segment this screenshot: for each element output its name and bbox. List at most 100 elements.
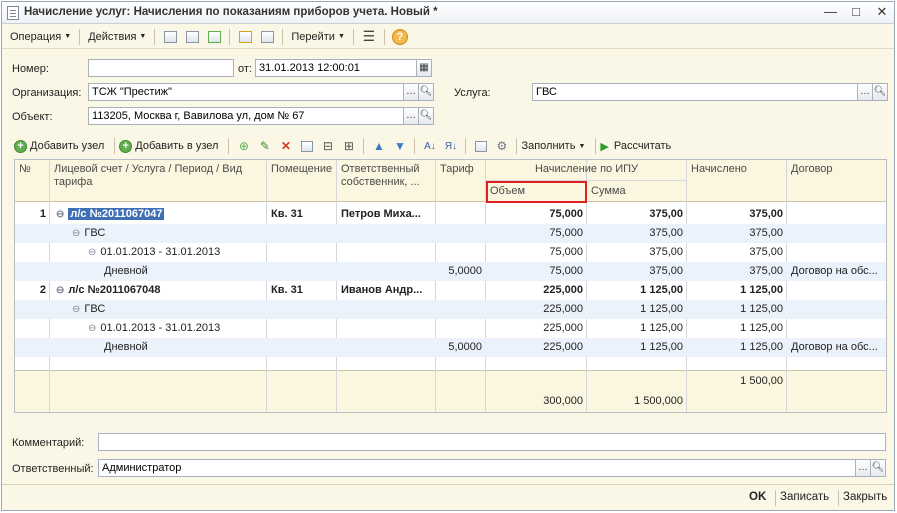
account-cell[interactable]: ⊖ 01.01.2013 - 31.01.2013	[50, 319, 267, 338]
ok-button[interactable]: OK	[749, 491, 766, 503]
owner-cell[interactable]: Иванов Андр...	[337, 281, 436, 300]
owner-cell[interactable]	[337, 243, 436, 262]
maximize-button[interactable]: □	[850, 5, 862, 19]
contract-cell[interactable]: Договор на обс...	[787, 262, 886, 281]
fill-menu[interactable]: Заполнить ▼	[521, 140, 585, 152]
table-row[interactable]: Дневной 5,0000 225,000 1 125,00 1 125,00 Дого…	[15, 338, 886, 357]
select-ellipsis-icon[interactable]: …	[403, 83, 419, 101]
room-cell[interactable]: Кв. 31	[267, 205, 337, 224]
collapse-node-icon[interactable]: ⊖	[88, 247, 96, 258]
tariff-cell[interactable]	[436, 281, 486, 300]
edit-pencil-icon[interactable]: ✎	[257, 139, 272, 154]
add-to-node-button[interactable]: + Добавить в узел	[119, 139, 218, 153]
column-header-number[interactable]: №	[15, 160, 50, 179]
delete-icon[interactable]: ✕	[278, 139, 293, 154]
table-row[interactable]: 2 ⊖ л/с №2011067048 Кв. 31 Иванов Андр... 225…	[15, 281, 886, 300]
column-header-tariff[interactable]: Тариф	[436, 160, 486, 179]
sum-cell[interactable]: 375,00	[587, 262, 687, 281]
volume-cell[interactable]: 225,000	[486, 319, 587, 338]
owner-cell[interactable]	[337, 300, 436, 319]
tariff-cell[interactable]	[436, 224, 486, 243]
room-cell[interactable]	[267, 224, 337, 243]
settings-icon[interactable]: ⚙	[494, 139, 509, 154]
service-field[interactable]: ГВС	[532, 83, 858, 101]
owner-cell[interactable]	[337, 224, 436, 243]
table-row[interactable]: 1 ⊖ л/с №2011067047 Кв. 31 Петров Миха... 75,…	[15, 205, 886, 224]
sort-ascending-icon[interactable]: A↓	[422, 139, 437, 154]
sort-descending-icon[interactable]: Я↓	[443, 139, 458, 154]
owner-cell[interactable]	[337, 262, 436, 281]
accrued-cell[interactable]: 1 125,00	[687, 319, 787, 338]
operation-menu[interactable]: Операция ▼	[6, 27, 75, 47]
account-cell[interactable]: ⊖ 01.01.2013 - 31.01.2013	[50, 243, 267, 262]
actions-menu[interactable]: Действия ▼	[84, 27, 150, 47]
account-cell[interactable]: Дневной	[50, 262, 267, 281]
unpost-document-icon[interactable]	[184, 29, 200, 45]
volume-cell[interactable]: 75,000	[486, 262, 587, 281]
help-icon[interactable]: ?	[391, 28, 408, 45]
room-cell[interactable]	[267, 338, 337, 357]
open-search-icon[interactable]: 🔍︎	[418, 83, 434, 101]
close-window-button[interactable]: ✕	[876, 5, 888, 19]
account-cell[interactable]: ⊖ ГВС	[50, 224, 267, 243]
owner-cell[interactable]: Петров Миха...	[337, 205, 436, 224]
room-cell[interactable]	[267, 243, 337, 262]
organization-field[interactable]: ТСЖ "Престиж"	[88, 83, 404, 101]
contract-cell[interactable]	[787, 243, 886, 262]
volume-cell[interactable]: 75,000	[486, 224, 587, 243]
comment-field[interactable]	[98, 433, 886, 451]
table-row[interactable]: ⊖ ГВС 225,000 1 125,00 1 125,00	[15, 300, 886, 319]
sum-cell[interactable]: 1 125,00	[587, 300, 687, 319]
sum-cell[interactable]: 1 125,00	[587, 281, 687, 300]
table-row[interactable]: ⊖ 01.01.2013 - 31.01.2013 225,000 1 125,00 1…	[15, 319, 886, 338]
accrued-cell[interactable]: 375,00	[687, 243, 787, 262]
print-icon[interactable]	[259, 29, 275, 45]
open-search-icon[interactable]: 🔍︎	[870, 459, 886, 477]
collapse-icon[interactable]: ⊟	[320, 139, 335, 154]
sum-cell[interactable]: 375,00	[587, 243, 687, 262]
column-header-account[interactable]: Лицевой счет / Услуга / Период / Вид тар…	[50, 160, 267, 192]
accrued-cell[interactable]: 375,00	[687, 205, 787, 224]
print-table-icon[interactable]	[473, 139, 488, 154]
sum-cell[interactable]: 1 125,00	[587, 338, 687, 357]
list-icon[interactable]: ☰	[361, 28, 377, 45]
sum-cell[interactable]: 1 125,00	[587, 319, 687, 338]
copy-document-icon[interactable]	[206, 29, 222, 45]
accrued-cell[interactable]: 375,00	[687, 262, 787, 281]
room-cell[interactable]	[267, 319, 337, 338]
add-row-icon[interactable]: ⊕	[236, 139, 251, 154]
end-edit-icon[interactable]	[299, 139, 314, 154]
collapse-node-icon[interactable]: ⊖	[72, 228, 80, 239]
accrued-cell[interactable]: 1 125,00	[687, 281, 787, 300]
contract-cell[interactable]	[787, 224, 886, 243]
room-cell[interactable]	[267, 262, 337, 281]
tariff-cell[interactable]	[436, 300, 486, 319]
contract-cell[interactable]	[787, 281, 886, 300]
select-ellipsis-icon[interactable]: …	[403, 107, 419, 125]
calculate-button[interactable]: ▶ Рассчитать	[600, 140, 671, 153]
save-button[interactable]: Записать	[780, 491, 829, 503]
sum-cell[interactable]: 375,00	[587, 224, 687, 243]
table-row[interactable]: ⊖ 01.01.2013 - 31.01.2013 75,000 375,00 375,…	[15, 243, 886, 262]
volume-cell[interactable]: 75,000	[486, 205, 587, 224]
table-row[interactable]: Дневной 5,0000 75,000 375,00 375,00 Договор н…	[15, 262, 886, 281]
column-header-room[interactable]: Помещение	[267, 160, 337, 179]
calendar-icon[interactable]: ▦	[416, 59, 432, 77]
date-field[interactable]: 31.01.2013 12:00:01	[255, 59, 417, 77]
volume-cell[interactable]: 75,000	[486, 243, 587, 262]
minimize-button[interactable]: —	[824, 5, 837, 19]
goto-menu[interactable]: Перейти ▼	[287, 27, 349, 47]
collapse-node-icon[interactable]: ⊖	[72, 304, 80, 315]
tariff-cell[interactable]	[436, 319, 486, 338]
collapse-node-icon[interactable]: ⊖	[88, 323, 96, 334]
room-cell[interactable]	[267, 300, 337, 319]
column-header-sum[interactable]: Сумма	[587, 182, 687, 201]
contract-cell[interactable]: Договор на обс...	[787, 338, 886, 357]
move-up-icon[interactable]: ▲	[371, 139, 386, 154]
column-header-contract[interactable]: Договор	[787, 160, 886, 179]
add-node-button[interactable]: + Добавить узел	[14, 139, 104, 153]
object-field[interactable]: 113205, Москва г, Вавилова ул, дом № 67	[88, 107, 404, 125]
tariff-cell[interactable]	[436, 243, 486, 262]
collapse-node-icon[interactable]: ⊖	[56, 285, 64, 296]
close-button[interactable]: Закрыть	[843, 491, 887, 503]
